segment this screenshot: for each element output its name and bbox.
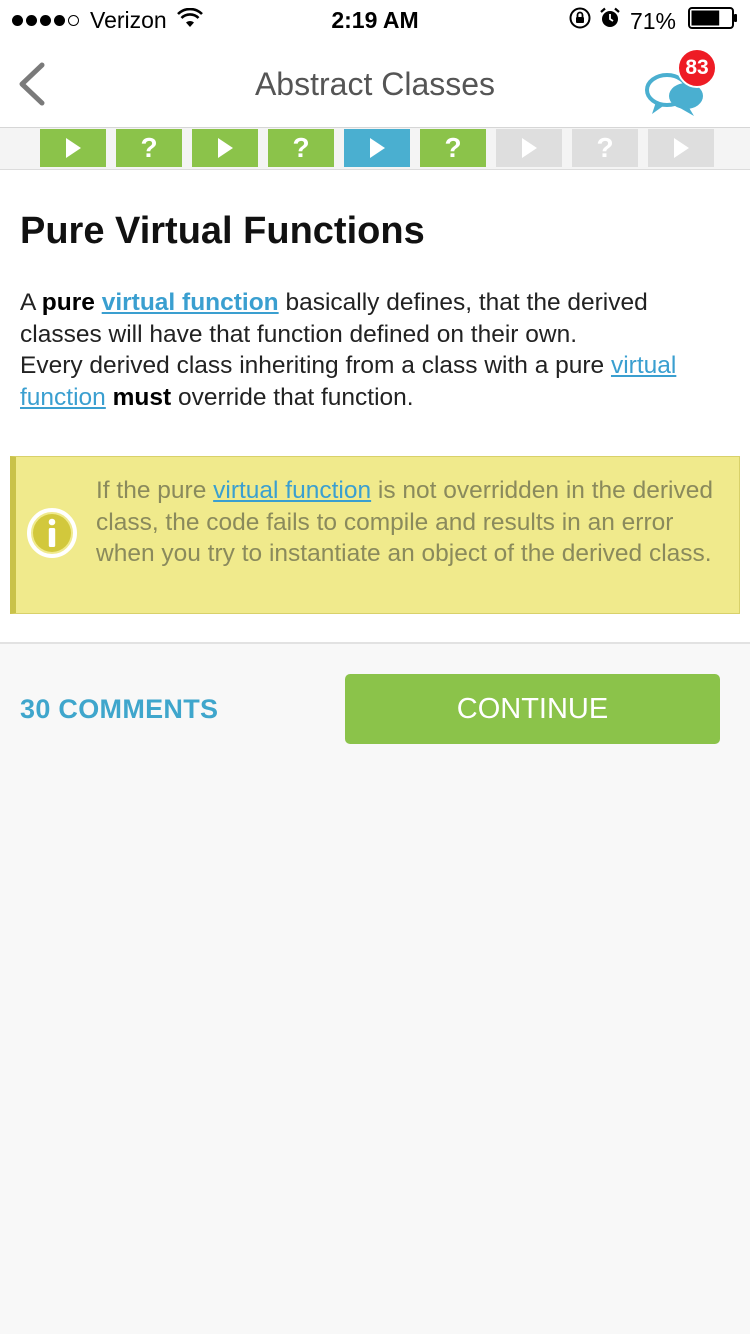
notification-badge: 83 xyxy=(677,48,717,88)
info-icon xyxy=(27,508,77,558)
alarm-icon xyxy=(592,6,622,36)
page-title: Abstract Classes xyxy=(254,66,496,102)
glossary-link-virtual-function[interactable]: virtual function xyxy=(102,289,279,316)
lesson-keyword-pure: pure xyxy=(41,289,95,316)
question-icon: ? xyxy=(444,132,462,163)
play-icon xyxy=(674,138,689,158)
carrier-name: Verizon xyxy=(90,7,167,33)
question-icon: ? xyxy=(596,132,614,163)
info-note: If the pure virtual function is not over… xyxy=(10,456,740,614)
nav-bar: Abstract Classes 83 xyxy=(0,40,750,128)
status-left: Verizon xyxy=(12,7,203,34)
play-icon xyxy=(218,138,233,158)
lesson-text: Every derived class inheriting from a cl… xyxy=(20,352,611,379)
question-icon: ? xyxy=(292,132,310,163)
progress-step-3[interactable] xyxy=(192,129,258,167)
chat-button[interactable]: 83 xyxy=(640,48,724,124)
note-text: If the pure xyxy=(96,477,214,504)
progress-step-1[interactable] xyxy=(40,129,106,167)
chevron-left-icon xyxy=(19,62,45,106)
lesson-body: A pure virtual function basically define… xyxy=(20,287,732,413)
lesson-progress: ???? xyxy=(0,128,750,170)
lesson-text xyxy=(95,289,102,316)
progress-step-8[interactable]: ? xyxy=(572,129,638,167)
signal-strength-icon xyxy=(12,15,82,26)
play-icon xyxy=(370,138,385,158)
app-screen: Verizon 2:19 AM 71% Abstract Classes 83 … xyxy=(0,0,750,1334)
progress-step-5[interactable] xyxy=(344,129,410,167)
progress-step-2[interactable]: ? xyxy=(116,129,182,167)
status-bar: Verizon 2:19 AM 71% xyxy=(0,0,750,40)
lesson-text: A xyxy=(20,289,42,316)
status-right: 71% xyxy=(562,6,738,36)
lesson-text: override that function. xyxy=(171,383,414,411)
lesson-card: Pure Virtual Functions A pure virtual fu… xyxy=(0,170,750,644)
question-icon: ? xyxy=(140,132,158,163)
rotation-lock-icon xyxy=(562,6,592,36)
back-button[interactable] xyxy=(14,62,48,106)
continue-button[interactable]: CONTINUE xyxy=(345,674,720,744)
progress-step-9[interactable] xyxy=(648,129,714,167)
glossary-link-virtual-function[interactable]: virtual function xyxy=(213,477,371,504)
progress-step-7[interactable] xyxy=(496,129,562,167)
lesson-title: Pure Virtual Functions xyxy=(20,210,425,252)
lesson-text xyxy=(106,384,113,411)
play-icon xyxy=(66,138,81,158)
progress-step-4[interactable]: ? xyxy=(268,129,334,167)
wifi-icon xyxy=(176,7,203,34)
comments-button[interactable]: 30 COMMENTS xyxy=(20,694,218,725)
play-icon xyxy=(522,138,537,158)
info-note-text: If the pure virtual function is not over… xyxy=(96,475,736,570)
battery-percent: 71% xyxy=(629,7,676,34)
battery-icon xyxy=(682,7,738,35)
lesson-keyword-must: must xyxy=(112,383,172,411)
progress-step-6[interactable]: ? xyxy=(420,129,486,167)
